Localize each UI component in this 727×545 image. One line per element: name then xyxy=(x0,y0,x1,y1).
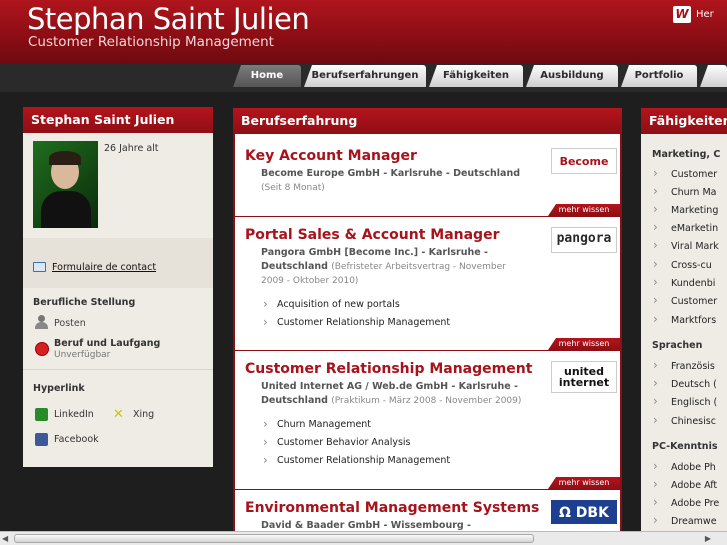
skill-item: Adobe Ph xyxy=(653,459,716,473)
person-icon xyxy=(35,315,48,329)
company-logo: united internet xyxy=(551,361,617,393)
task-item: Customer Relationship Management xyxy=(261,452,615,470)
nav-tab-berufserfahrungen[interactable]: Berufserfahrungen xyxy=(304,65,426,87)
site-header: Stephan Saint Julien Customer Relationsh… xyxy=(0,0,727,64)
profile-panel-title: Stephan Saint Julien xyxy=(23,107,213,133)
more-button[interactable]: mehr wissen xyxy=(548,477,620,489)
divider xyxy=(235,350,620,351)
facebook-link[interactable]: Facebook xyxy=(54,434,99,445)
main-nav: Home Berufserfahrungen Fähigkeiten Ausbi… xyxy=(0,64,727,92)
nav-tab-more[interactable] xyxy=(700,65,727,87)
skills-panel: Fähigkeiten Marketing, C Customer Churn … xyxy=(641,108,727,545)
skill-item: Deutsch ( xyxy=(653,376,717,390)
skills-section-heading: Marketing, C xyxy=(652,149,721,160)
task-item: Customer Behavior Analysis xyxy=(261,434,615,452)
more-button[interactable]: mehr wissen xyxy=(548,204,620,216)
skill-item: Cross-cu xyxy=(653,257,712,271)
skill-item: Customer xyxy=(653,166,717,180)
contact-form-link[interactable]: Formulaire de contact xyxy=(52,262,156,273)
contact-card-icon xyxy=(33,262,46,272)
position-value: Posten xyxy=(54,318,86,329)
nav-tab-faehigkeiten[interactable]: Fähigkeiten xyxy=(429,65,523,87)
profile-photo xyxy=(33,141,98,228)
company-logo: Become xyxy=(551,148,617,174)
contact-row: Formulaire de contact xyxy=(23,238,213,288)
linkedin-icon xyxy=(35,408,48,421)
position-heading: Berufliche Stellung xyxy=(33,297,136,308)
skills-section-heading: Sprachen xyxy=(652,340,703,351)
skill-item: Adobe Aft xyxy=(653,477,717,491)
task-item: Churn Management xyxy=(261,416,615,434)
job-company: Become Europe GmbH - Karlsruhe - Deutsch… xyxy=(261,168,521,193)
scrollbar-thumb[interactable] xyxy=(14,534,534,543)
facebook-icon xyxy=(35,433,48,446)
job-entry: Environmental Management Systems David &… xyxy=(245,500,617,533)
job-tasks: Acquisition of new portals Customer Rela… xyxy=(261,296,615,332)
skill-item: Kundenbi xyxy=(653,275,715,289)
job-company: Pangora GmbH [Become Inc.] - Karlsruhe -… xyxy=(261,247,506,286)
nav-tab-home[interactable]: Home xyxy=(233,65,301,87)
divider xyxy=(235,489,620,490)
job-entry: Customer Relationship Management United … xyxy=(245,361,617,470)
skill-item: Englisch ( xyxy=(653,394,717,408)
company-logo: pangora xyxy=(551,227,617,253)
skill-item: Churn Ma xyxy=(653,184,716,198)
horizontal-scrollbar[interactable]: ◀ ▶ xyxy=(0,531,727,545)
experience-panel: Berufserfahrung Key Account Manager Beco… xyxy=(233,108,622,545)
skill-item: Marketing xyxy=(653,202,718,216)
site-subtitle: Customer Relationship Management xyxy=(28,34,274,50)
status-icon xyxy=(35,342,49,356)
nav-tab-portfolio[interactable]: Portfolio xyxy=(621,65,697,87)
skill-item: Chinesisc xyxy=(653,413,716,427)
profile-panel: Stephan Saint Julien 26 Jahre alt Formul… xyxy=(23,107,213,467)
company-logo: Ω DBK xyxy=(551,500,617,524)
profile-age: 26 Jahre alt xyxy=(104,143,159,154)
divider xyxy=(235,216,620,217)
xing-link[interactable]: Xing xyxy=(133,409,154,420)
hyperlink-heading: Hyperlink xyxy=(33,383,85,394)
job-entry: Portal Sales & Account Manager Pangora G… xyxy=(245,227,617,332)
scroll-right-icon[interactable]: ▶ xyxy=(705,534,711,543)
skill-item: Adobe Pre xyxy=(653,495,719,509)
skill-item: Marktfors xyxy=(653,312,716,326)
skill-item: Customer xyxy=(653,293,717,307)
career-label: Beruf und Laufgang xyxy=(54,338,161,349)
skills-section-heading: PC-Kenntnis xyxy=(652,441,718,452)
skill-item: Dreamwe xyxy=(653,513,717,527)
experience-panel-title: Berufserfahrung xyxy=(233,108,622,134)
language-icon[interactable]: W xyxy=(673,6,691,23)
xing-icon: ✕ xyxy=(113,407,124,422)
skill-item: Französis xyxy=(653,358,715,372)
skills-panel-title: Fähigkeiten xyxy=(641,108,727,134)
linkedin-link[interactable]: LinkedIn xyxy=(54,409,94,420)
career-status: Unverfügbar xyxy=(54,350,111,360)
nav-tab-ausbildung[interactable]: Ausbildung xyxy=(526,65,618,87)
job-company: United Internet AG / Web.de GmbH - Karls… xyxy=(261,381,522,406)
job-entry: Key Account Manager Become Europe GmbH -… xyxy=(245,148,617,195)
task-item: Customer Relationship Management xyxy=(261,314,615,332)
skill-item: eMarketin xyxy=(653,220,718,234)
more-button[interactable]: mehr wissen xyxy=(548,338,620,350)
divider xyxy=(23,369,213,370)
language-link[interactable]: Her xyxy=(696,9,714,20)
job-tasks: Churn Management Customer Behavior Analy… xyxy=(261,416,615,470)
scroll-left-icon[interactable]: ◀ xyxy=(2,534,8,543)
skill-item: Viral Mark xyxy=(653,238,719,252)
task-item: Acquisition of new portals xyxy=(261,296,615,314)
site-title: Stephan Saint Julien xyxy=(27,2,310,36)
